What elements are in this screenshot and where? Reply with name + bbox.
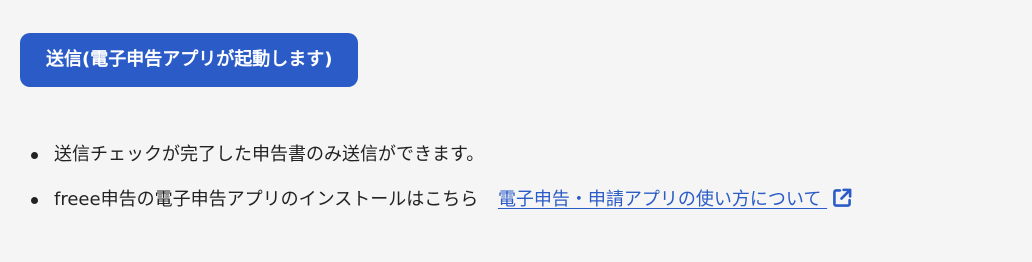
esubmit-panel: 送信(電子申告アプリが起動します) 送信チェックが完了した申告書のみ送信ができま…	[0, 0, 1032, 262]
send-button[interactable]: 送信(電子申告アプリが起動します)	[20, 33, 359, 87]
bullet-icon	[31, 152, 38, 159]
note-text: 送信チェックが完了した申告書のみ送信ができます。	[54, 144, 485, 165]
notes-list: 送信チェックが完了した申告書のみ送信ができます。 freee申告の電子申告アプリ…	[28, 140, 855, 215]
help-link[interactable]: 電子申告・申請アプリの使い方について	[497, 188, 855, 210]
bullet-icon	[31, 197, 38, 204]
help-link-label: 電子申告・申請アプリの使い方について	[497, 189, 822, 210]
list-item: freee申告の電子申告アプリのインストールはこちら 電子申告・申請アプリの使い…	[28, 185, 855, 215]
note-text: freee申告の電子申告アプリのインストールはこちら	[54, 189, 479, 210]
list-item: 送信チェックが完了した申告書のみ送信ができます。	[28, 140, 855, 170]
external-link-icon	[833, 188, 852, 207]
